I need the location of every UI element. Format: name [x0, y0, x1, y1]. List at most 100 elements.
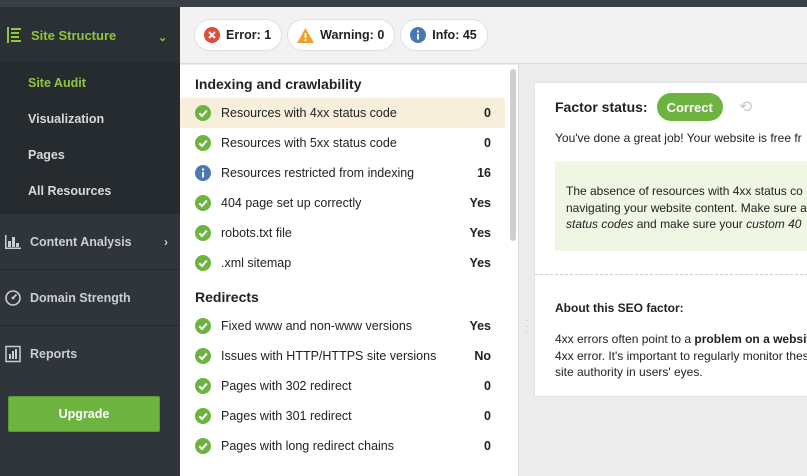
status-badge: Correct — [656, 93, 723, 121]
about-line: site authority in users' eyes. — [555, 365, 703, 379]
check-icon — [195, 195, 211, 211]
about-factor-text: 4xx errors often point to a problem on a… — [555, 331, 807, 381]
sidebar-section-domain-strength[interactable]: Domain Strength — [0, 269, 180, 325]
error-filter[interactable]: Error: 1 — [194, 19, 283, 51]
check-icon — [195, 378, 211, 394]
sidebar: Site Structure ⌄ Site Audit Visualizatio… — [0, 7, 180, 476]
factor-row[interactable]: .xml sitemap Yes — [180, 248, 505, 278]
explanation-text: and make sure your — [633, 217, 747, 231]
factor-detail-panel: Factor status: Correct ⟲ You've done a g… — [534, 82, 807, 397]
info-filter[interactable]: Info: 45 — [400, 19, 488, 51]
info-icon — [195, 165, 211, 181]
sidebar-section-label: Site Structure — [31, 27, 117, 43]
factor-label: Issues with HTTP/HTTPS site versions — [221, 349, 437, 363]
error-icon — [204, 27, 220, 43]
bar-chart-icon — [4, 234, 22, 250]
factor-status-row: Factor status: Correct ⟲ — [555, 93, 752, 121]
factor-value: No — [474, 349, 491, 363]
check-icon — [195, 318, 211, 334]
explanation-italic: status codes — [566, 217, 634, 231]
factor-value: 0 — [484, 106, 491, 120]
factor-value: Yes — [469, 226, 491, 240]
factor-label: Pages with 301 redirect — [221, 409, 352, 423]
factor-label: Pages with long redirect chains — [221, 439, 395, 453]
factor-value: Yes — [469, 196, 491, 210]
check-icon — [195, 105, 211, 121]
site-structure-icon — [6, 26, 22, 44]
warning-filter-label: Warning: 0 — [320, 28, 385, 42]
chevron-down-icon: ⌄ — [158, 32, 168, 44]
warning-filter[interactable]: Warning: 0 — [287, 19, 396, 51]
info-icon — [410, 27, 427, 43]
sidebar-section-site-structure[interactable]: Site Structure ⌄ — [0, 7, 180, 63]
factor-row[interactable]: 404 page set up correctly Yes — [180, 188, 505, 218]
factor-value: 0 — [484, 136, 491, 150]
sidebar-submenu: Site Audit Visualization Pages All Resou… — [0, 63, 180, 213]
sidebar-section-label: Content Analysis — [30, 234, 132, 249]
pane-resize-handle[interactable]: · · · — [525, 316, 529, 338]
sidebar-section-label: Domain Strength — [30, 290, 131, 305]
about-bold: problem on a websit — [694, 332, 807, 346]
group-title: Redirects — [195, 289, 259, 305]
warning-icon — [297, 27, 315, 43]
factor-label: .xml sitemap — [221, 256, 292, 270]
audit-factor-list: Indexing and crawlability Resources with … — [180, 65, 519, 476]
issue-filter-bar: Error: 1 Warning: 0 Info: 45 — [180, 7, 807, 64]
factor-row[interactable]: Resources with 4xx status code 0 — [180, 98, 505, 128]
error-filter-label: Error: 1 — [226, 28, 272, 42]
factor-summary: You've done a great job! Your website is… — [555, 131, 802, 145]
factor-label: Pages with 302 redirect — [221, 379, 352, 393]
check-icon — [195, 255, 211, 271]
gauge-icon — [4, 289, 22, 307]
factor-row[interactable]: Resources with 5xx status code 0 — [180, 128, 505, 158]
factor-status-label: Factor status: — [555, 99, 648, 115]
scrollbar[interactable] — [510, 69, 516, 241]
factor-value: 0 — [484, 439, 491, 453]
factor-label: Resources restricted from indexing — [221, 166, 415, 180]
factor-label: 404 page set up correctly — [221, 196, 362, 210]
check-icon — [195, 408, 211, 424]
factor-label: Fixed www and non-www versions — [221, 319, 413, 333]
factor-label: robots.txt file — [221, 226, 292, 240]
sidebar-section-label: Reports — [30, 346, 78, 361]
info-filter-label: Info: 45 — [432, 28, 477, 42]
factor-row[interactable]: Pages with 301 redirect 0 — [180, 401, 505, 431]
factor-value: Yes — [469, 256, 491, 270]
factor-row[interactable]: Pages with long redirect chains 0 — [180, 431, 505, 461]
factor-row[interactable]: Issues with HTTP/HTTPS site versions No — [180, 341, 505, 371]
check-icon — [195, 135, 211, 151]
sidebar-section-reports[interactable]: Reports — [0, 325, 180, 381]
factor-row[interactable]: Pages with 302 redirect 0 — [180, 371, 505, 401]
refresh-icon[interactable]: ⟲ — [739, 97, 752, 117]
factor-row[interactable]: Resources restricted from indexing 16 — [180, 158, 505, 188]
sidebar-section-content-analysis[interactable]: Content Analysis › — [0, 213, 180, 269]
explanation-line: The absence of resources with 4xx status… — [566, 184, 803, 198]
factor-row[interactable]: robots.txt file Yes — [180, 218, 505, 248]
sidebar-item-all-resources[interactable]: All Resources — [0, 173, 180, 209]
explanation-line: status codes and make sure your custom 4… — [566, 216, 807, 233]
about-text: 4xx errors often point to a — [555, 332, 695, 346]
upgrade-button[interactable]: Upgrade — [8, 396, 160, 432]
check-icon — [195, 348, 211, 364]
check-icon — [195, 438, 211, 454]
sidebar-item-pages[interactable]: Pages — [0, 137, 180, 173]
section-divider — [535, 274, 807, 275]
sidebar-item-visualization[interactable]: Visualization — [0, 101, 180, 137]
about-factor-title: About this SEO factor: — [555, 301, 684, 315]
check-icon — [195, 225, 211, 241]
chevron-right-icon: › — [164, 234, 168, 249]
report-icon — [4, 345, 22, 363]
explanation-italic: custom 40 — [746, 217, 802, 231]
sidebar-item-site-audit[interactable]: Site Audit — [0, 65, 180, 101]
factor-explanation-box: The absence of resources with 4xx status… — [555, 161, 807, 251]
factor-value: Yes — [469, 319, 491, 333]
factor-row[interactable]: Fixed www and non-www versions Yes — [180, 311, 505, 341]
group-title: Indexing and crawlability — [195, 76, 362, 92]
about-line: 4xx error. It's important to regularly m… — [555, 348, 807, 363]
factor-value: 0 — [484, 409, 491, 423]
factor-label: Resources with 5xx status code — [221, 136, 397, 150]
top-strip — [0, 0, 807, 7]
factor-value: 0 — [484, 379, 491, 393]
explanation-line: navigating your website content. Make su… — [566, 200, 807, 215]
factor-value: 16 — [477, 166, 491, 180]
